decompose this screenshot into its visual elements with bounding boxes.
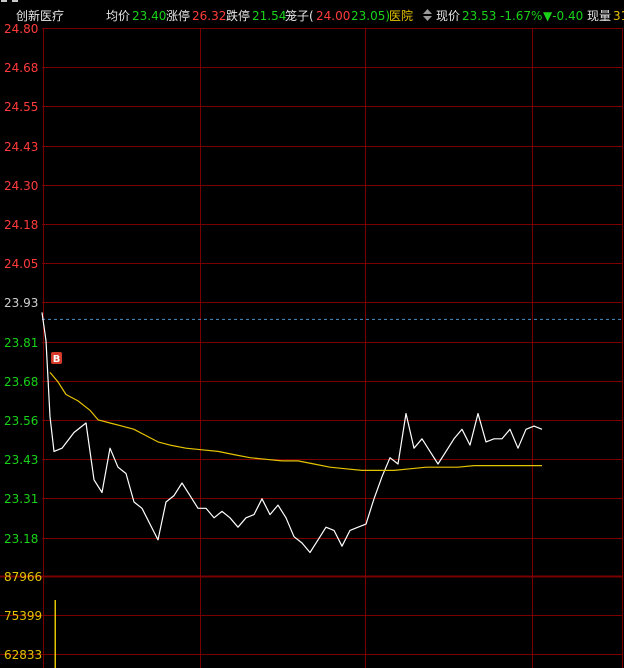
price-axis-label: 23.18 <box>4 532 38 546</box>
price-axis-label: 24.55 <box>4 100 38 114</box>
price-axis-label: 23.31 <box>4 492 38 506</box>
buy-marker-label: B <box>53 354 61 365</box>
price-axis-label: 23.93 <box>4 296 38 310</box>
price-line <box>41 312 543 554</box>
price-axis-label: 24.18 <box>4 218 38 232</box>
price-axis-label: 23.81 <box>4 336 38 350</box>
volume-axis-label: 62833 <box>4 648 42 662</box>
volume-bar <box>54 600 56 668</box>
price-axis-label: 23.68 <box>4 375 38 389</box>
intraday-chart[interactable]: 24.80 24.68 24.55 24.43 24.30 24.18 24.05 23.93… <box>0 0 624 668</box>
price-axis-label: 24.30 <box>4 179 38 193</box>
price-axis-label: 24.68 <box>4 61 38 75</box>
price-axis-label: 24.80 <box>4 22 38 36</box>
volume-axis-label: 75399 <box>4 609 42 623</box>
average-price-line <box>49 372 542 471</box>
price-axis-label: 23.56 <box>4 414 38 428</box>
price-axis-label: 24.43 <box>4 140 38 154</box>
volume-axis-label: 87966 <box>4 570 42 584</box>
price-axis-label: 24.05 <box>4 257 38 271</box>
price-axis-label: 23.43 <box>4 453 38 467</box>
